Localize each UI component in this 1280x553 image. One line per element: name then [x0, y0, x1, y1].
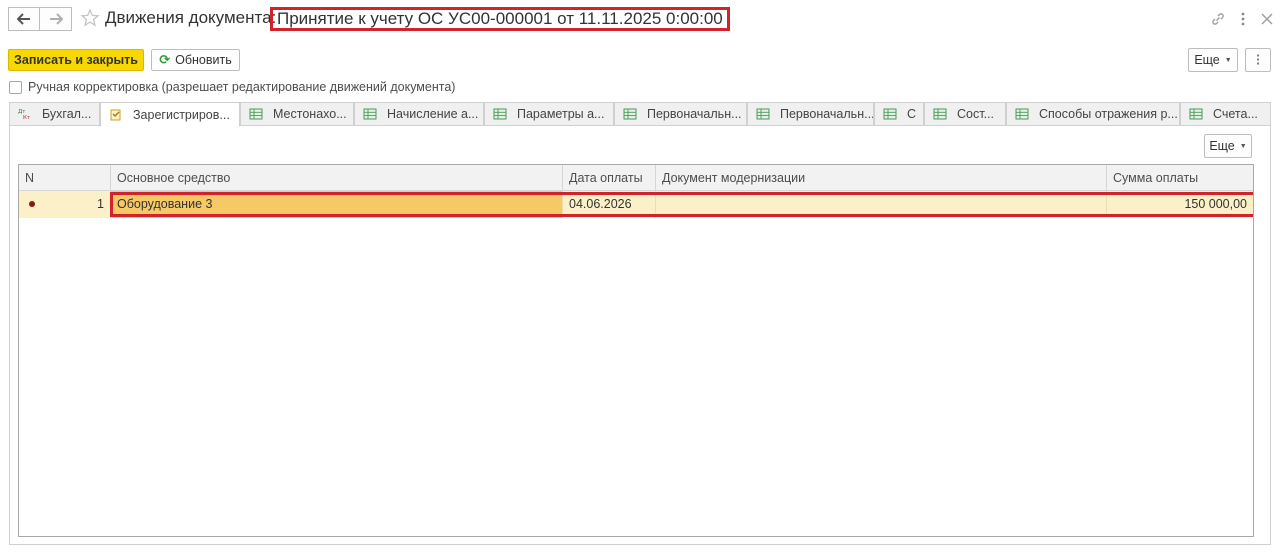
table-icon	[249, 108, 263, 120]
caret-down-icon: ▼	[1224, 56, 1232, 64]
tab-state[interactable]: Сост...	[924, 102, 1006, 126]
tab-label: Местонахо...	[273, 107, 347, 121]
grid-more-label: Еще	[1209, 139, 1235, 153]
table-icon	[756, 108, 770, 120]
column-header-amount[interactable]: Сумма оплаты	[1107, 165, 1253, 191]
register-tabs: Дт Кт Бухгал... Зарегистриров... Местонах…	[9, 102, 1271, 127]
cell-amount[interactable]: 150 000,00	[1107, 191, 1253, 218]
tab-label: Параметры а...	[517, 107, 605, 121]
page-title-prefix: Движения документа:	[105, 8, 277, 27]
row-status-icon	[29, 201, 35, 207]
tab-s[interactable]: С	[874, 102, 924, 126]
column-header-asset[interactable]: Основное средство	[111, 165, 563, 191]
column-header-modernization-doc[interactable]: Документ модернизации	[656, 165, 1107, 191]
cell-n-value: 1	[97, 197, 104, 211]
register-doc-icon	[110, 109, 121, 120]
tab-label: Бухгал...	[42, 107, 92, 121]
history-navigation	[8, 7, 72, 31]
tab-accounts[interactable]: Счета...	[1180, 102, 1271, 126]
table-icon	[933, 108, 947, 120]
cell-modernization-doc[interactable]	[656, 191, 1107, 218]
table-icon	[363, 108, 377, 120]
kebab-menu-icon[interactable]	[1234, 10, 1252, 28]
table-header: N Основное средство Дата оплаты Документ…	[19, 165, 1253, 191]
options-button[interactable]: ⁝	[1245, 48, 1271, 72]
tab-registered[interactable]: Зарегистриров...	[100, 102, 240, 127]
arrow-right-icon	[49, 13, 63, 25]
arrow-left-icon	[17, 13, 30, 25]
cell-pay-date[interactable]: 04.06.2026	[563, 191, 656, 218]
tab-depreciation-params[interactable]: Параметры а...	[484, 102, 614, 126]
tab-label: С	[907, 107, 917, 121]
table-icon	[1015, 108, 1029, 120]
table-icon	[493, 108, 507, 120]
manual-correction-label: Ручная корректировка (разрешает редактир…	[28, 80, 456, 94]
table-icon	[623, 108, 637, 120]
more-actions-button[interactable]: Еще ▼	[1188, 48, 1238, 72]
svg-text:Кт: Кт	[23, 115, 31, 120]
close-icon[interactable]	[1258, 10, 1276, 28]
star-icon[interactable]	[80, 8, 100, 28]
column-header-pay-date[interactable]: Дата оплаты	[563, 165, 656, 191]
tab-label: Зарегистриров...	[133, 107, 230, 122]
cell-n[interactable]: 1	[19, 191, 111, 218]
cell-asset[interactable]: Оборудование 3	[111, 191, 563, 218]
more-actions-label: Еще	[1194, 53, 1220, 67]
grid-more-button[interactable]: Еще ▼	[1204, 134, 1252, 158]
table-icon	[1189, 108, 1203, 120]
manual-correction-checkbox[interactable]	[9, 80, 22, 94]
refresh-icon: ⟳	[159, 52, 171, 67]
movements-table[interactable]: N Основное средство Дата оплаты Документ…	[18, 164, 1254, 537]
tab-reflection-methods[interactable]: Способы отражения р...	[1006, 102, 1180, 126]
document-movements-window: Движения документа: Принятие к учету ОС …	[0, 0, 1280, 553]
tab-accounting[interactable]: Дт Кт Бухгал...	[9, 102, 100, 126]
table-icon	[883, 108, 897, 120]
tab-label: Способы отражения р...	[1039, 107, 1178, 121]
dt-kt-icon: ДтКт	[18, 109, 31, 120]
tab-depreciation-accrual[interactable]: Начисление а...	[354, 102, 484, 126]
caret-down-icon: ▼	[1239, 142, 1247, 150]
refresh-button[interactable]: ⟳ Обновить	[151, 49, 240, 71]
column-header-n[interactable]: N	[19, 165, 111, 191]
save-and-close-button[interactable]: Записать и закрыть	[8, 49, 144, 71]
vertical-dots-icon: ⁝	[1255, 52, 1261, 69]
tab-initial-1[interactable]: Первоначальн...	[614, 102, 747, 126]
tab-label: Первоначальн...	[780, 107, 873, 121]
link-icon[interactable]	[1209, 10, 1227, 28]
tab-initial-2[interactable]: Первоначальн...	[747, 102, 874, 126]
tab-label: Первоначальн...	[647, 107, 742, 121]
manual-correction-toggle[interactable]: Ручная корректировка (разрешает редактир…	[9, 79, 455, 95]
tab-location[interactable]: Местонахо...	[240, 102, 354, 126]
table-row[interactable]: 1 Оборудование 3 04.06.2026 150 000,00	[19, 191, 1253, 218]
back-button[interactable]	[8, 7, 40, 31]
tab-label: Начисление а...	[387, 107, 479, 121]
tab-label: Сост...	[957, 107, 994, 121]
page-title-document[interactable]: Принятие к учету ОС УС00-000001 от 11.11…	[270, 7, 730, 31]
forward-button[interactable]	[40, 7, 72, 31]
tab-label: Счета...	[1213, 107, 1258, 121]
refresh-label: Обновить	[175, 53, 232, 67]
